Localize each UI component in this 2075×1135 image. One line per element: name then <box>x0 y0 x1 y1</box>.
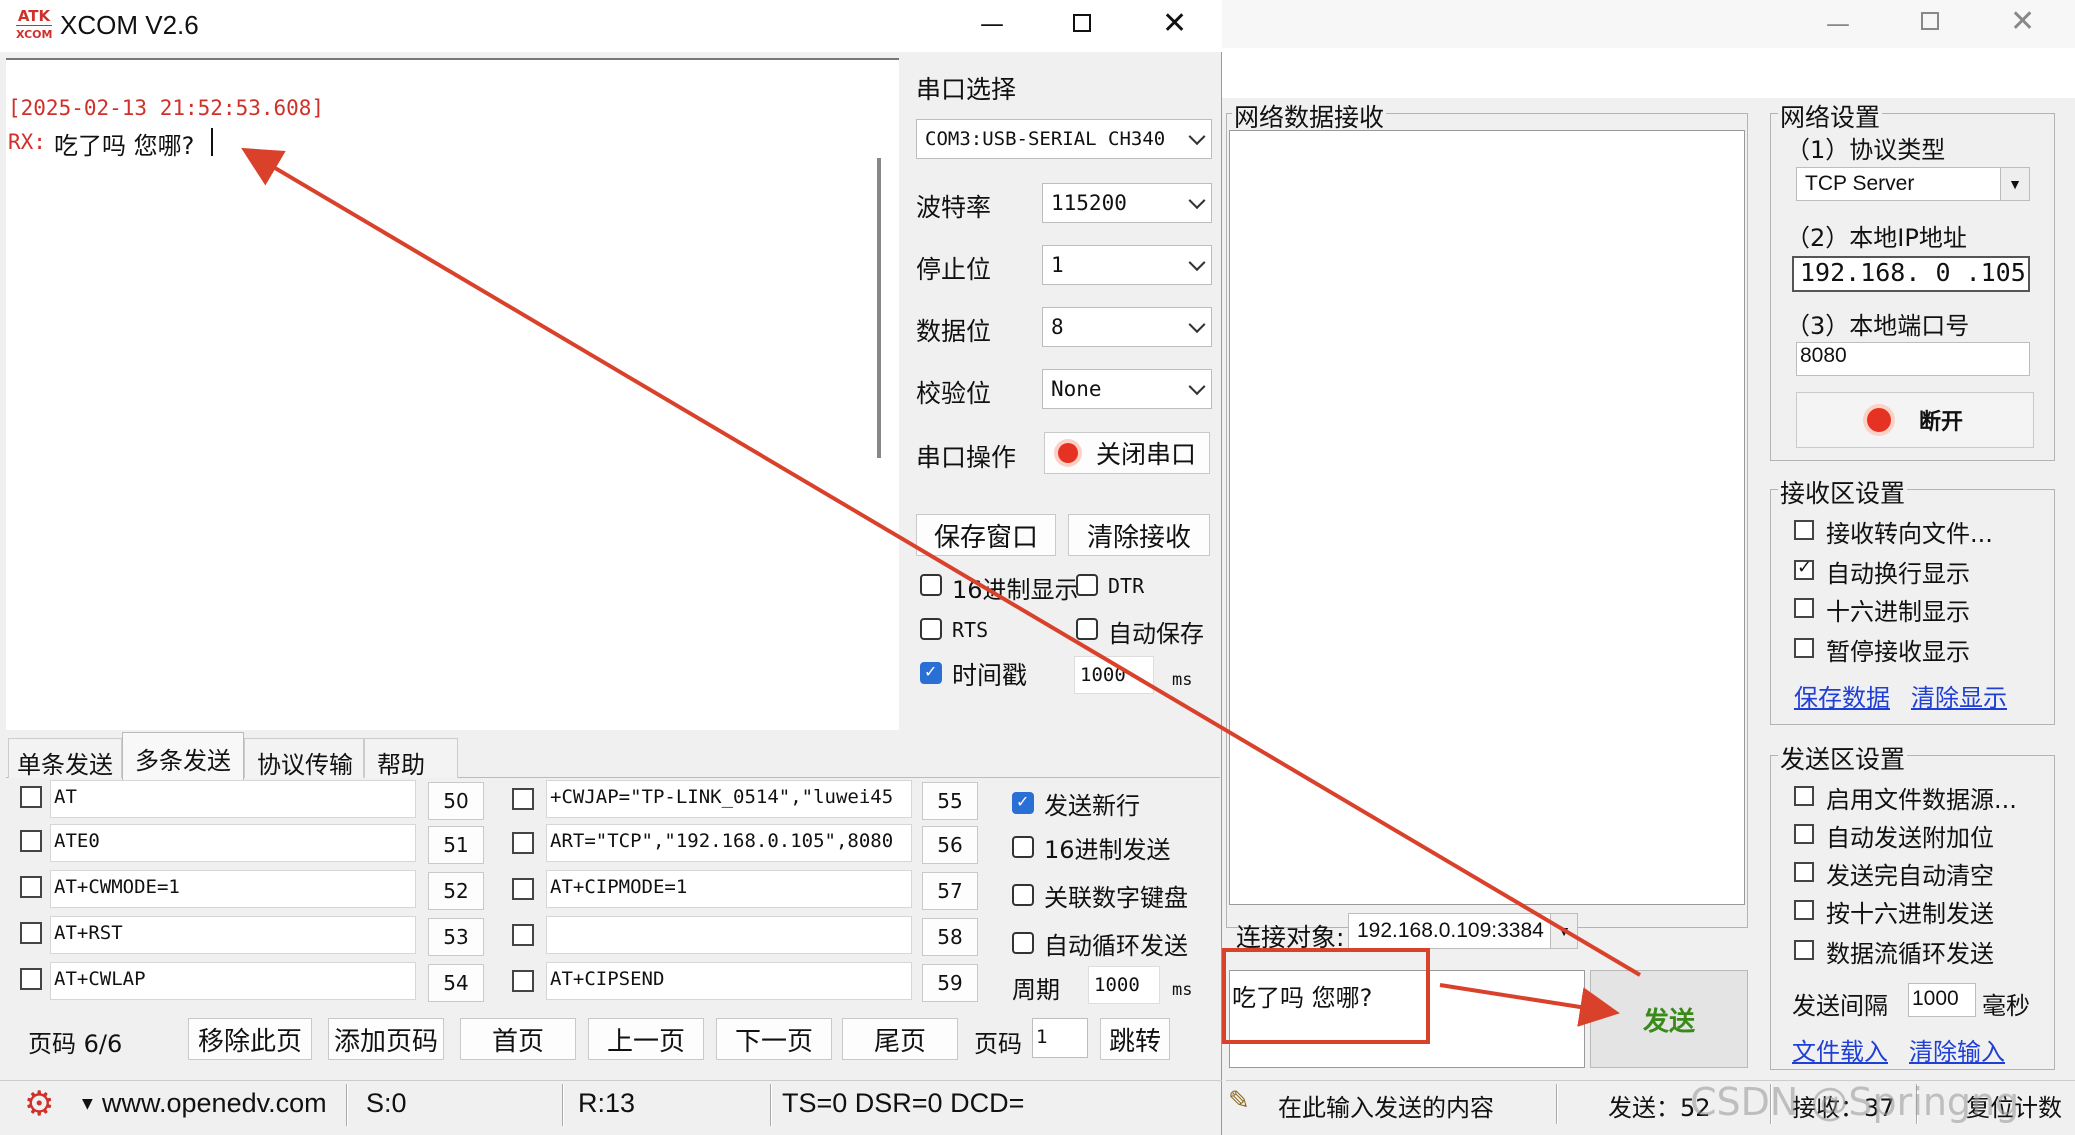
annotation-arrow-to-send <box>1439 983 1620 1027</box>
annotation-highlight-box <box>1222 948 1430 1044</box>
annotation-arrow-to-rx <box>241 147 1642 977</box>
annotation-layer <box>241 147 1642 1044</box>
